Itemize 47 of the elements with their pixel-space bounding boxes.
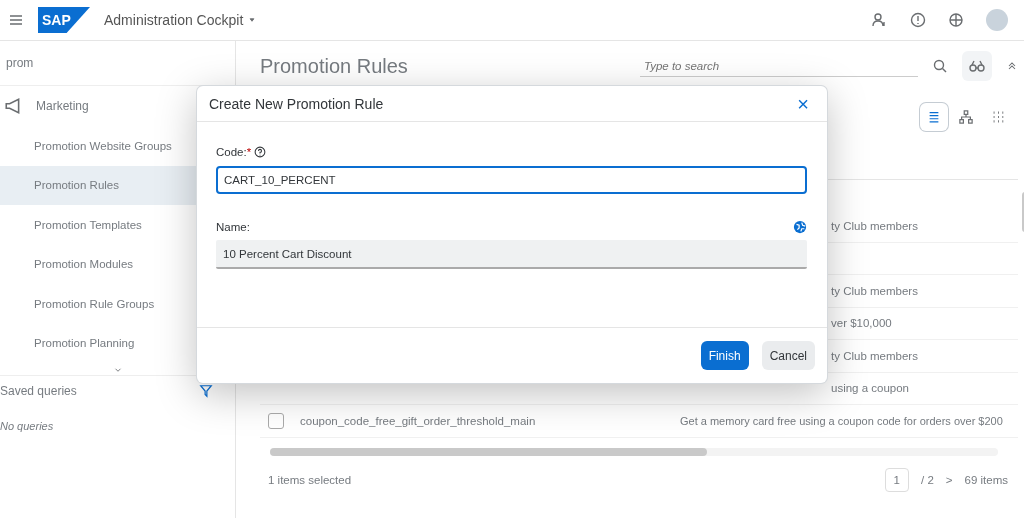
app-title[interactable]: Administration Cockpit: [104, 12, 258, 28]
table-cell: ver $10,000: [831, 317, 892, 330]
selection-count: 1 items selected: [268, 473, 352, 486]
menu-icon: [8, 12, 24, 28]
globe-icon: [793, 220, 807, 234]
collapse-icon: [1006, 60, 1018, 72]
binoculars-button[interactable]: [962, 51, 992, 81]
users-icon: [872, 12, 888, 28]
nav-group-label: Marketing: [36, 99, 89, 113]
horizontal-scrollbar[interactable]: [270, 447, 998, 456]
grid-icon: [991, 110, 1005, 124]
name-label: Name:: [216, 221, 250, 233]
empty-queries-text: No queries: [0, 419, 55, 432]
page-total: / 2: [921, 473, 934, 486]
saved-queries-title: Saved queries: [0, 384, 77, 398]
search-icon: [932, 58, 948, 74]
search-field[interactable]: Type to search: [640, 55, 918, 77]
table-cell: ty Club members: [831, 349, 918, 362]
megaphone-icon: [4, 97, 22, 115]
table-cell-text: coupon_code_free_gift_order_threshold_main: [300, 414, 537, 427]
close-button[interactable]: ×: [793, 93, 813, 114]
finish-button[interactable]: Finish: [700, 341, 749, 370]
page-title: Promotion Rules: [260, 54, 409, 78]
binoculars-icon: [969, 58, 985, 74]
help-icon: [254, 146, 267, 158]
filter-icon: [199, 384, 213, 398]
logo: SAP: [38, 7, 90, 33]
avatar[interactable]: [986, 9, 1008, 31]
cancel-button[interactable]: Cancel: [761, 341, 815, 370]
dialog-title: Create New Promotion Rule: [209, 95, 384, 112]
view-toggle[interactable]: [920, 103, 948, 131]
help-icon: [910, 12, 926, 28]
support-icon: [948, 12, 964, 28]
list-view-icon: [927, 110, 941, 124]
table-cell: ty Club members: [831, 284, 918, 297]
page-input[interactable]: 1: [884, 467, 909, 492]
row-checkbox[interactable]: [268, 412, 284, 429]
table-cell: using a coupon: [831, 382, 909, 395]
caret-icon: [247, 15, 258, 25]
table-cell: Get a memory card free using a coupon code for orders over $200: [680, 414, 1003, 427]
table-cell: ty Club members: [831, 219, 918, 232]
code-label: Code:*: [216, 146, 252, 158]
next-page-link[interactable]: >: [945, 473, 953, 486]
hierarchy-icon: [959, 110, 973, 124]
code-input-field[interactable]: CART_10_PERCENT: [216, 166, 807, 194]
item-count: 69 items: [964, 473, 1008, 486]
name-input-field[interactable]: 10 Percent Cart Discount: [216, 240, 807, 269]
